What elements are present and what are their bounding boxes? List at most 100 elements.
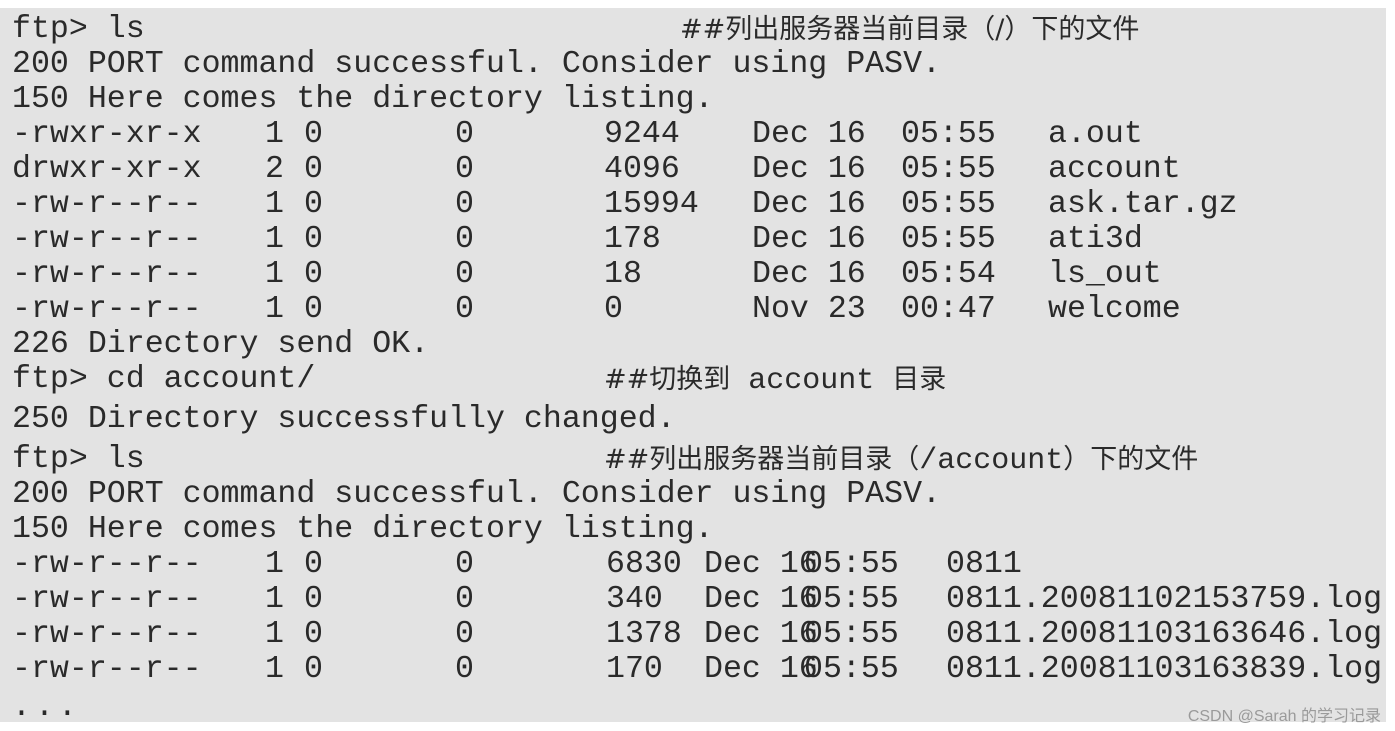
- file-date: Nov 23: [752, 292, 866, 327]
- file-group: 0: [455, 152, 474, 187]
- file-group: 0: [455, 617, 474, 652]
- file-size: 0: [604, 292, 623, 327]
- file-size: 340: [606, 582, 663, 617]
- response-line: 250 Directory successfully changed.: [12, 402, 676, 437]
- file-date: Dec 16: [752, 222, 866, 257]
- file-size: 4096: [604, 152, 680, 187]
- listing-row: -rwxr-xr-x 1 0 0 9244 Dec 16 05:55 a.out: [0, 117, 1386, 152]
- response-line: 200 PORT command successful. Consider us…: [12, 477, 942, 512]
- file-date: Dec 16: [704, 547, 818, 582]
- comment-text: ）下的文件: [1063, 444, 1199, 475]
- file-name: account: [1048, 152, 1181, 187]
- comment-text: ##列出服务器当前目录（: [604, 444, 920, 475]
- response-line: 226 Directory send OK.: [12, 327, 430, 362]
- file-links: 1: [265, 257, 284, 292]
- file-size: 178: [604, 222, 661, 257]
- listing-row: -rw-r--r-- 1 0 0 0 Nov 23 00:47 welcome: [0, 292, 1386, 327]
- file-date: Dec 16: [752, 187, 866, 222]
- file-name: 0811.20081103163646.log: [946, 617, 1383, 652]
- command-line: ftp> cd account/: [12, 362, 316, 397]
- file-name: welcome: [1048, 292, 1181, 327]
- file-size: 170: [606, 652, 663, 687]
- response-line: 150 Here comes the directory listing.: [12, 512, 714, 547]
- file-size: 18: [604, 257, 642, 292]
- listing-row: -rw-r--r-- 1 0 0 178 Dec 16 05:55 ati3d: [0, 222, 1386, 257]
- comment-text: 目录: [892, 364, 947, 395]
- file-group: 0: [455, 292, 474, 327]
- file-date: Dec 16: [704, 582, 818, 617]
- file-perms: -rw-r--r--: [12, 187, 202, 222]
- file-perms: -rw-r--r--: [12, 547, 202, 582]
- listing-row: -rw-r--r-- 1 0 0 15994 Dec 16 05:55 ask.tar.gz: [0, 187, 1386, 222]
- file-links: 1: [265, 292, 284, 327]
- file-owner: 0: [304, 257, 323, 292]
- file-owner: 0: [304, 187, 323, 222]
- listing-row: -rw-r--r-- 1 0 0 340 Dec 16 05:55 0811.20081102…: [0, 582, 1386, 617]
- response-line: 150 Here comes the directory listing.: [12, 82, 714, 117]
- file-owner: 0: [304, 222, 323, 257]
- file-name: 0811: [946, 547, 1022, 582]
- listing-row: -rw-r--r-- 1 0 0 18 Dec 16 05:54 ls_out: [0, 257, 1386, 292]
- file-name: ati3d: [1048, 222, 1143, 257]
- file-time: 05:55: [804, 617, 899, 652]
- file-name: 0811.20081102153759.log: [946, 582, 1383, 617]
- file-group: 0: [455, 582, 474, 617]
- file-time: 05:54: [901, 257, 996, 292]
- file-perms: drwxr-xr-x: [12, 152, 202, 187]
- file-links: 1: [265, 222, 284, 257]
- file-time: 00:47: [901, 292, 996, 327]
- file-date: Dec 16: [752, 257, 866, 292]
- file-links: 1: [265, 582, 284, 617]
- file-time: 05:55: [901, 187, 996, 222]
- file-owner: 0: [304, 617, 323, 652]
- file-date: Dec 16: [704, 652, 818, 687]
- file-date: Dec 16: [752, 152, 866, 187]
- file-size: 1378: [606, 617, 682, 652]
- file-group: 0: [455, 257, 474, 292]
- file-time: 05:55: [901, 222, 996, 257]
- file-group: 0: [455, 547, 474, 582]
- file-owner: 0: [304, 547, 323, 582]
- file-links: 1: [265, 547, 284, 582]
- comment: ##列出服务器当前目录（/account）下的文件: [604, 442, 1199, 478]
- file-perms: -rw-r--r--: [12, 257, 202, 292]
- listing-row: -rw-r--r-- 1 0 0 1378 Dec 16 05:55 0811.2008110…: [0, 617, 1386, 652]
- listing-row: -rw-r--r-- 1 0 0 170 Dec 16 05:55 0811.20081103…: [0, 652, 1386, 687]
- ellipsis: ...: [12, 690, 81, 725]
- command-line: ftp> ls: [12, 12, 145, 47]
- file-time: 05:55: [804, 652, 899, 687]
- file-time: 05:55: [901, 152, 996, 187]
- file-links: 2: [265, 152, 284, 187]
- file-owner: 0: [304, 582, 323, 617]
- listing-row: drwxr-xr-x 2 0 0 4096 Dec 16 05:55 account: [0, 152, 1386, 187]
- file-links: 1: [265, 617, 284, 652]
- file-time: 05:55: [901, 117, 996, 152]
- comment-text: /account: [919, 444, 1064, 478]
- comment-text: ##切换到: [604, 364, 731, 395]
- file-time: 05:55: [804, 547, 899, 582]
- file-owner: 0: [304, 292, 323, 327]
- file-perms: -rw-r--r--: [12, 292, 202, 327]
- comment-text: account: [730, 364, 893, 398]
- file-group: 0: [455, 222, 474, 257]
- file-perms: -rwxr-xr-x: [12, 117, 202, 152]
- file-name: ask.tar.gz: [1048, 187, 1238, 222]
- file-perms: -rw-r--r--: [12, 617, 202, 652]
- comment: ##列出服务器当前目录（/）下的文件: [680, 14, 1140, 45]
- file-perms: -rw-r--r--: [12, 582, 202, 617]
- file-links: 1: [265, 117, 284, 152]
- file-size: 9244: [604, 117, 680, 152]
- file-date: Dec 16: [752, 117, 866, 152]
- file-name: 0811.20081103163839.log: [946, 652, 1383, 687]
- file-owner: 0: [304, 652, 323, 687]
- watermark: CSDN @Sarah 的学习记录: [1187, 708, 1381, 725]
- file-links: 1: [265, 187, 284, 222]
- file-time: 05:55: [804, 582, 899, 617]
- listing-row: -rw-r--r-- 1 0 0 6830 Dec 16 05:55 0811: [0, 547, 1386, 582]
- file-group: 0: [455, 187, 474, 222]
- comment: ##切换到 account 目录: [604, 362, 947, 398]
- file-size: 15994: [604, 187, 699, 222]
- file-name: a.out: [1048, 117, 1143, 152]
- file-name: ls_out: [1048, 257, 1162, 292]
- file-owner: 0: [304, 152, 323, 187]
